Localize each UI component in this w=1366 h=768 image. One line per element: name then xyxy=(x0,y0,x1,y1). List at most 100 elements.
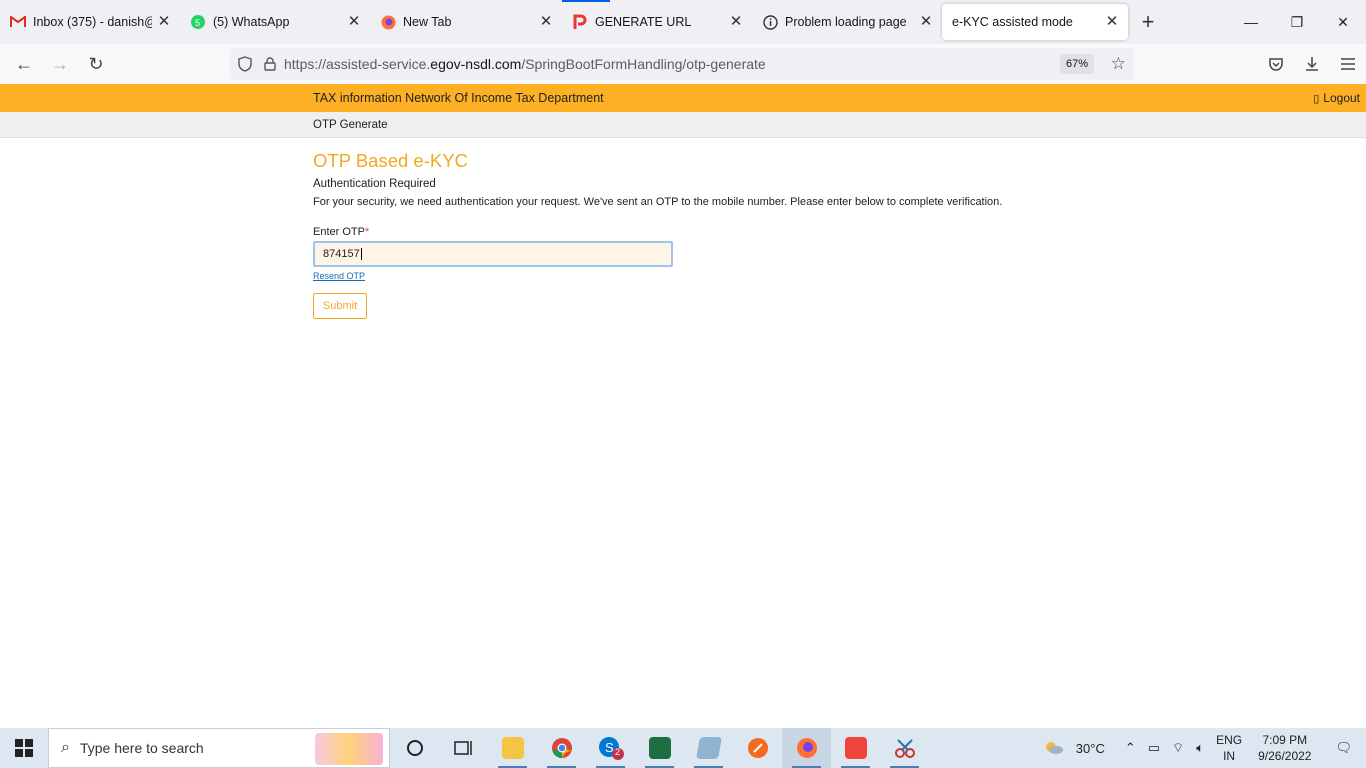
zoom-level[interactable]: 67% xyxy=(1059,54,1094,74)
reload-button[interactable]: ↻ xyxy=(78,48,114,80)
pocket-icon[interactable] xyxy=(1258,44,1294,84)
weather-icon[interactable] xyxy=(1036,739,1070,758)
notepad-icon xyxy=(695,737,722,759)
download-icon[interactable] xyxy=(1294,44,1330,84)
tab-new-tab[interactable]: New Tab ✕ xyxy=(370,2,562,42)
close-icon[interactable]: ✕ xyxy=(918,14,934,30)
logout-link[interactable]: ▯ Logout xyxy=(1313,91,1360,105)
task-view-icon xyxy=(453,741,472,755)
page-content: TAX information Network Of Income Tax De… xyxy=(0,84,1366,728)
close-icon[interactable]: ✕ xyxy=(538,14,554,30)
close-icon[interactable]: ✕ xyxy=(1104,14,1120,30)
restore-button[interactable]: ❐ xyxy=(1274,0,1320,44)
new-tab-button[interactable]: + xyxy=(1128,0,1168,44)
url-bar[interactable]: https://assisted-service.egov-nsdl.com/S… xyxy=(230,48,1134,80)
windows-start-button[interactable] xyxy=(0,728,48,768)
otp-form: OTP Based e-KYC Authentication Required … xyxy=(313,150,1002,319)
tab-problem-loading[interactable]: Problem loading page ✕ xyxy=(752,2,942,42)
toolbar-right xyxy=(1258,44,1366,84)
close-icon[interactable]: ✕ xyxy=(156,14,172,30)
arrow-left-icon: ← xyxy=(15,53,33,74)
search-placeholder: Type here to search xyxy=(79,740,204,756)
close-icon[interactable]: ✕ xyxy=(346,14,362,30)
logout-label: Logout xyxy=(1323,91,1360,105)
gmail-icon xyxy=(10,14,26,30)
menu-icon[interactable] xyxy=(1330,44,1366,84)
battery-icon[interactable]: ▭ xyxy=(1142,740,1166,756)
whatsapp-icon: 5 xyxy=(190,14,206,30)
back-button[interactable]: ← xyxy=(6,48,42,80)
windows-icon xyxy=(15,739,33,757)
scissors-icon xyxy=(894,739,915,758)
tab-gmail[interactable]: Inbox (375) - danish@pay ✕ xyxy=(0,2,180,42)
app-button[interactable] xyxy=(684,728,733,768)
otp-label: Enter OTP* xyxy=(313,226,1002,238)
firefox-icon xyxy=(796,738,817,758)
snipping-tool-button[interactable] xyxy=(880,728,929,768)
system-tray: 30°C ⌃ ▭ ⌔ 🔈︎ ENG IN 7:09 PM 9/26/2022 🗨︎ xyxy=(1036,728,1366,768)
required-mark: * xyxy=(364,226,370,238)
skype-button[interactable]: S2 xyxy=(586,728,635,768)
task-view-button[interactable] xyxy=(439,728,488,768)
url-path: /SpringBootFormHandling/otp-generate xyxy=(521,56,766,72)
pen-app-button[interactable] xyxy=(733,728,782,768)
breadcrumb-bar: OTP Generate xyxy=(0,112,1366,138)
star-icon[interactable]: ☆ xyxy=(1111,54,1126,74)
otp-value: 874157 xyxy=(323,248,360,260)
time: 7:09 PM xyxy=(1262,733,1308,747)
power-icon: ▯ xyxy=(1313,93,1320,105)
url-prefix: https://assisted-service. xyxy=(284,56,431,72)
resend-otp-link[interactable]: Resend OTP xyxy=(313,271,1002,281)
auth-heading: Authentication Required xyxy=(313,178,436,190)
tab-generate-url[interactable]: GENERATE URL ✕ xyxy=(562,0,752,42)
breadcrumb: OTP Generate xyxy=(313,119,388,131)
lang-top: ENG xyxy=(1216,733,1243,747)
file-explorer-button[interactable] xyxy=(488,728,537,768)
weather-temp[interactable]: 30°C xyxy=(1070,741,1111,756)
tab-label: New Tab xyxy=(403,15,452,29)
screen: Inbox (375) - danish@pay ✕ 5 (5) WhatsAp… xyxy=(0,0,1366,768)
chevron-up-icon[interactable]: ⌃ xyxy=(1111,740,1142,756)
forward-button[interactable]: → xyxy=(42,48,78,80)
site-brand: TAX information Network Of Income Tax De… xyxy=(313,91,604,105)
info-icon xyxy=(762,14,778,30)
otp-input[interactable]: 874157 xyxy=(313,241,673,267)
language-indicator[interactable]: ENG IN xyxy=(1210,732,1248,764)
notification-icon[interactable]: 🗨︎ xyxy=(1321,740,1366,756)
text-cursor xyxy=(360,248,362,260)
p-logo-icon xyxy=(572,14,588,30)
tab-whatsapp[interactable]: 5 (5) WhatsApp ✕ xyxy=(180,2,370,42)
tab-label: e-KYC assisted mode xyxy=(952,15,1073,29)
window-close-button[interactable]: ✕ xyxy=(1320,0,1366,44)
chrome-icon xyxy=(551,738,572,758)
tab-label: GENERATE URL xyxy=(595,15,692,29)
cortana-button[interactable] xyxy=(390,728,439,768)
clock[interactable]: 7:09 PM 9/26/2022 xyxy=(1248,732,1321,764)
close-icon[interactable]: ✕ xyxy=(728,14,744,30)
plus-icon: + xyxy=(1141,9,1155,34)
taskbar-search[interactable]: ⌕ Type here to search xyxy=(48,728,390,768)
folder-icon xyxy=(501,737,524,759)
submit-button[interactable]: Submit xyxy=(313,293,367,319)
firefox-icon xyxy=(380,14,396,30)
auth-message: For your security, we need authenticatio… xyxy=(313,196,1003,208)
minimize-button[interactable]: — xyxy=(1228,0,1274,44)
excel-button[interactable] xyxy=(635,728,684,768)
firefox-taskbar-button[interactable] xyxy=(782,728,831,768)
reload-icon: ↻ xyxy=(88,53,104,74)
chrome-button[interactable] xyxy=(537,728,586,768)
lock-icon xyxy=(260,57,280,71)
volume-icon[interactable]: 🔈︎ xyxy=(1190,740,1210,756)
url-domain: egov-nsdl.com xyxy=(430,56,522,72)
search-icon: ⌕ xyxy=(61,739,70,756)
anydesk-button[interactable] xyxy=(831,728,880,768)
otp-label-text: Enter OTP xyxy=(313,226,365,238)
date: 9/26/2022 xyxy=(1258,749,1312,763)
tab-ekyc[interactable]: e-KYC assisted mode ✕ xyxy=(942,4,1128,40)
tab-strip: Inbox (375) - danish@pay ✕ 5 (5) WhatsAp… xyxy=(0,0,1366,44)
wifi-icon[interactable]: ⌔ xyxy=(1166,740,1190,756)
svg-text:5: 5 xyxy=(195,18,200,28)
tab-label: Inbox (375) - danish@pay xyxy=(33,15,152,29)
skype-badge: 2 xyxy=(615,747,621,757)
search-highlight-image xyxy=(315,733,383,765)
